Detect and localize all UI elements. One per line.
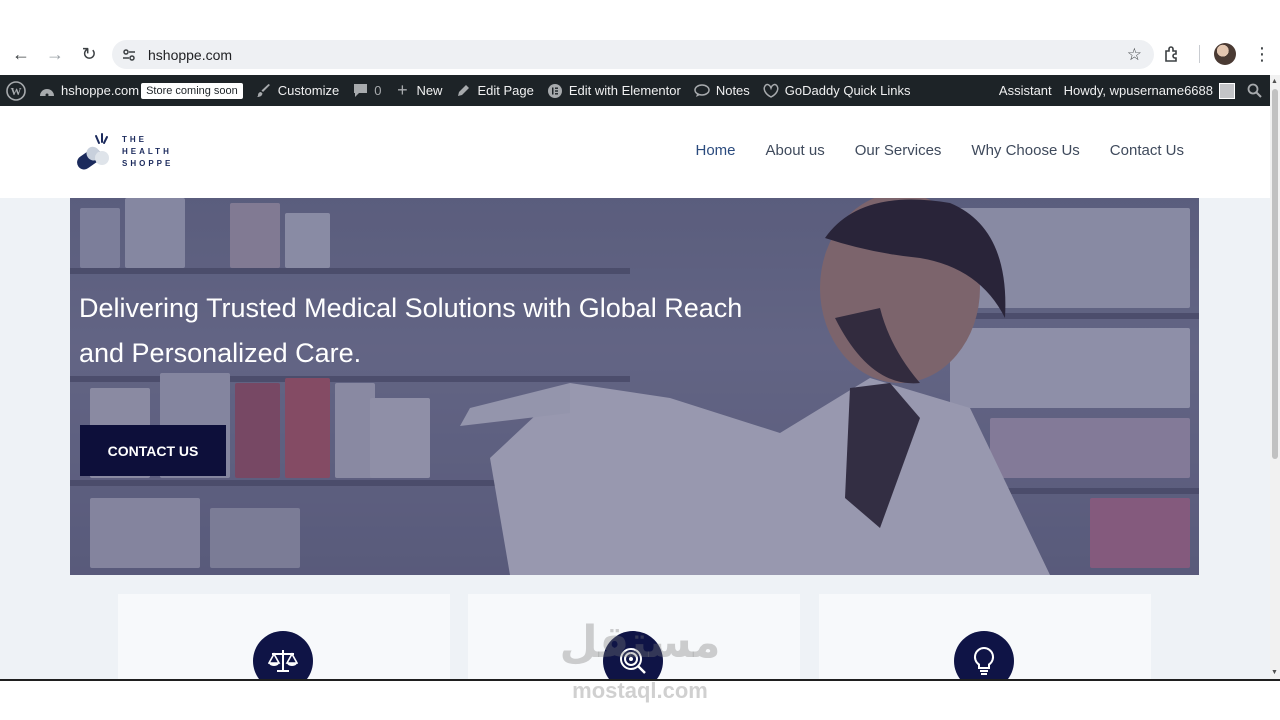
bookmark-star-icon[interactable]: ☆: [1127, 45, 1142, 65]
browser-menu-icon[interactable]: ⋮: [1252, 45, 1272, 63]
brush-icon: [255, 82, 273, 100]
comments-link[interactable]: 0: [345, 75, 387, 106]
account-menu[interactable]: Howdy, wpusername6688: [1058, 75, 1241, 106]
customize-label: Customize: [277, 83, 340, 98]
pencil-icon: [454, 82, 472, 100]
profile-avatar[interactable]: [1214, 43, 1236, 65]
nav-services[interactable]: Our Services: [855, 142, 942, 159]
site-settings-icon[interactable]: [118, 44, 140, 66]
wordpress-logo-icon[interactable]: W: [0, 75, 32, 106]
assistant-label: Assistant: [998, 83, 1052, 98]
address-bar[interactable]: hshoppe.com ☆: [112, 40, 1154, 69]
godaddy-icon: [762, 82, 780, 100]
hero-overlay: [70, 198, 1199, 575]
nav-home[interactable]: Home: [695, 142, 735, 159]
hero-contact-button[interactable]: CONTACT US: [80, 425, 226, 476]
watermark-latin: mostaql.com: [572, 678, 708, 703]
edit-page-link[interactable]: Edit Page: [448, 75, 539, 106]
notes-link[interactable]: Notes: [687, 75, 756, 106]
nav-about[interactable]: About us: [766, 142, 825, 159]
admin-search-icon[interactable]: [1241, 75, 1270, 106]
back-icon[interactable]: ←: [4, 37, 38, 71]
page-scrollbar[interactable]: ▲ ▼: [1270, 75, 1280, 679]
edit-page-label: Edit Page: [477, 83, 534, 98]
feature-card-1: [118, 594, 450, 691]
plus-icon: +: [397, 80, 408, 100]
watermark-arabic: مستقل: [559, 617, 721, 668]
customize-link[interactable]: Customize: [249, 75, 345, 106]
site-header: THE HEALTH SHOPPE Home About us Our Serv…: [0, 106, 1270, 198]
edit-elementor-link[interactable]: Edit with Elementor: [540, 75, 687, 106]
site-logo[interactable]: THE HEALTH SHOPPE: [74, 132, 173, 172]
url-text[interactable]: hshoppe.com: [148, 47, 232, 63]
feature-card-3: [819, 594, 1151, 691]
assistant-link[interactable]: Assistant: [993, 75, 1058, 106]
elementor-icon: [546, 82, 564, 100]
svg-text:W: W: [11, 86, 22, 98]
notes-bubble-icon: [693, 82, 711, 100]
scroll-up-icon[interactable]: ▲: [1271, 78, 1278, 85]
godaddy-links[interactable]: GoDaddy Quick Links: [756, 75, 917, 106]
toolbar-separator: [1199, 45, 1200, 63]
extensions-icon[interactable]: [1159, 41, 1185, 67]
godaddy-label: GoDaddy Quick Links: [784, 83, 911, 98]
capsule-logo-icon: [74, 132, 118, 172]
wp-admin-bar: W hshoppe.com Store coming soon Customiz…: [0, 75, 1270, 106]
logo-line-1: THE: [122, 135, 147, 144]
forward-icon[interactable]: →: [38, 37, 72, 71]
logo-line-2: HEALTH: [122, 147, 172, 156]
hero-banner: Delivering Trusted Medical Solutions wit…: [70, 198, 1199, 575]
notes-label: Notes: [715, 83, 750, 98]
hero-title: Delivering Trusted Medical Solutions wit…: [79, 293, 743, 368]
browser-toolbar: ← → ↻ hshoppe.com ☆ ⋮: [0, 34, 1280, 74]
admin-site-name: hshoppe.com: [61, 83, 140, 98]
main-navigation: Home About us Our Services Why Choose Us…: [695, 142, 1184, 159]
new-content-link[interactable]: + New: [387, 75, 448, 106]
user-avatar-icon: [1219, 82, 1235, 99]
store-coming-soon-badge: Store coming soon: [141, 82, 243, 99]
nav-why-choose-us[interactable]: Why Choose Us: [971, 142, 1079, 159]
admin-site-link[interactable]: hshoppe.com Store coming soon: [32, 75, 249, 106]
logo-line-3: SHOPPE: [122, 159, 174, 168]
dashboard-icon: [38, 82, 56, 100]
reload-icon[interactable]: ↻: [72, 37, 106, 71]
comment-bubble-icon: [351, 82, 369, 100]
comments-count: 0: [374, 83, 382, 98]
watermark: مستقل mostaql.com: [540, 620, 740, 704]
scroll-thumb[interactable]: [1272, 89, 1278, 459]
howdy-label: Howdy, wpusername6688: [1063, 83, 1213, 98]
scroll-down-icon[interactable]: ▼: [1271, 669, 1278, 676]
logo-text: THE HEALTH SHOPPE: [122, 134, 173, 170]
edit-elementor-label: Edit with Elementor: [568, 83, 681, 98]
nav-contact[interactable]: Contact Us: [1110, 142, 1184, 159]
new-label: New: [416, 83, 443, 98]
browser-tab-strip: [0, 0, 1280, 34]
